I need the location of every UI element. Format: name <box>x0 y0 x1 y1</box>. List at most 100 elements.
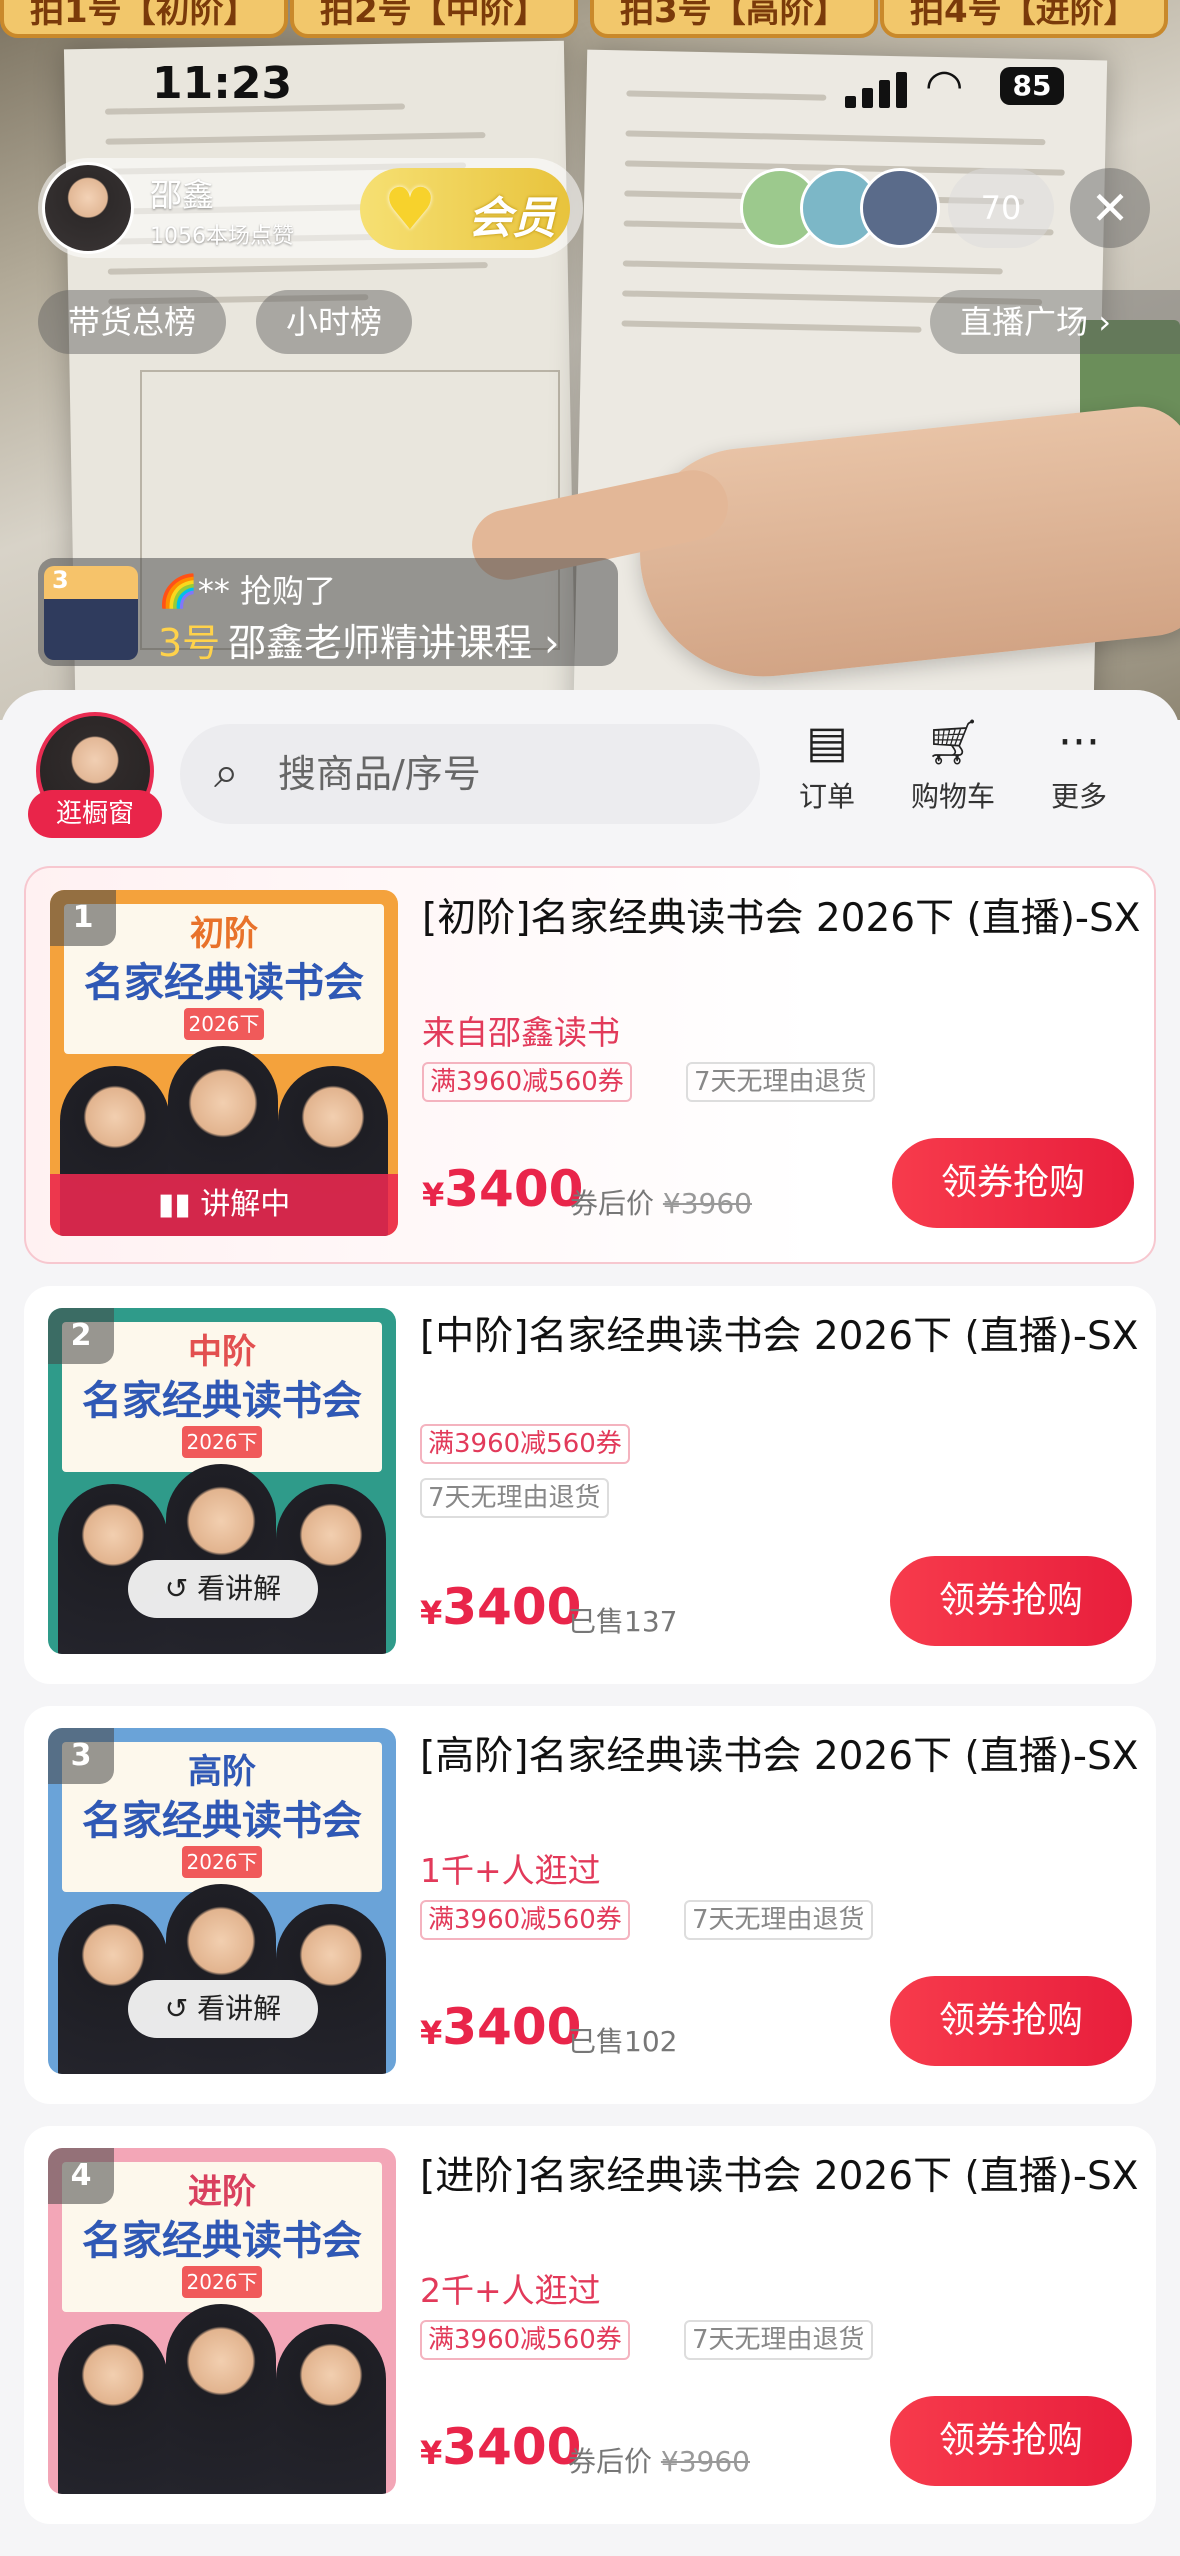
price-note: 券后价 ¥3960 <box>568 2440 750 2480</box>
orders-label: 订单 <box>798 780 855 813</box>
orders-button[interactable]: ▤ 订单 <box>772 715 882 815</box>
currency-symbol: ¥ <box>420 1594 443 1632</box>
sound-bars-icon: ▮▮ <box>157 1187 201 1222</box>
viewer-avatar[interactable] <box>860 168 940 248</box>
host-avatar[interactable] <box>42 162 134 254</box>
product-cover[interactable]: 初阶 名家经典读书会 2026下 1 ▮▮ 讲解中 <box>50 890 398 1236</box>
watch-explanation-label: 看讲解 <box>197 1992 282 2025</box>
status-time: 11:23 <box>152 58 293 109</box>
product-price: ¥3400 <box>420 1998 581 2056</box>
cart-button[interactable]: 🛒︎ 购物车 <box>898 715 1008 815</box>
cover-title: 名家经典读书会 <box>82 1797 362 1844</box>
promo-tabs: 拍1号【初阶】 拍2号【中阶】 拍3号【高阶】 拍4号【进阶】 <box>0 0 1180 40</box>
chevron-right-icon: › <box>1098 303 1111 341</box>
price-value: 3400 <box>442 2418 582 2476</box>
cover-year: 2026下 <box>182 1426 262 1458</box>
buy-button[interactable]: 领券抢购 <box>890 1976 1132 2066</box>
cover-year: 2026下 <box>182 2266 262 2298</box>
heart-plus-icon: ♥ <box>384 175 436 243</box>
currency-symbol: ¥ <box>422 1176 445 1214</box>
sold-count: 已售137 <box>568 1605 678 1638</box>
promo-tab: 拍4号【进阶】 <box>880 0 1168 38</box>
teacher-photo <box>166 1884 276 2074</box>
cover-year: 2026下 <box>182 1846 262 1878</box>
chevron-right-icon: › <box>532 621 560 665</box>
product-source: 来自邵鑫读书 <box>422 1013 620 1052</box>
currency-symbol: ¥ <box>420 2434 443 2472</box>
promo-tab: 拍1号【初阶】 <box>0 0 288 38</box>
shop-window-button[interactable]: 逛橱窗 <box>28 790 162 838</box>
product-card[interactable]: 高阶 名家经典读书会 2026下 3 ↺ 看讲解 [高阶]名家经典读书会 202… <box>24 1706 1156 2104</box>
buy-button[interactable]: 领券抢购 <box>892 1138 1134 1228</box>
viewer-count[interactable]: 70 <box>948 168 1054 248</box>
currency-symbol: ¥ <box>420 2014 443 2052</box>
watch-explanation-button[interactable]: ↺ 看讲解 <box>128 1980 318 2038</box>
product-price: ¥3400 <box>422 1160 583 1218</box>
product-cover[interactable]: 中阶 名家经典读书会 2026下 2 ↺ 看讲解 <box>48 1308 396 1654</box>
signal-icon <box>845 70 909 108</box>
teacher-photo <box>166 2304 276 2494</box>
product-title: [中阶]名家经典读书会 2026下 (直播)-SX <box>420 1314 1139 1359</box>
visit-count: 1千+人逛过 <box>420 1851 601 1890</box>
hourly-rank-button[interactable]: 小时榜 <box>256 290 413 354</box>
product-index: 2 <box>48 1308 114 1364</box>
cover-year: 2026下 <box>184 1008 264 1040</box>
wifi-icon: ◠ <box>925 60 964 111</box>
live-plaza-label: 直播广场 <box>960 303 1089 341</box>
cover-title: 名家经典读书会 <box>84 959 364 1006</box>
cart-label: 购物车 <box>910 780 995 813</box>
host-name: 邵鑫 <box>150 176 215 214</box>
watch-explanation-button[interactable]: ↺ 看讲解 <box>128 1560 318 1618</box>
sales-rank-button[interactable]: 带货总榜 <box>38 290 227 354</box>
cart-icon: 🛒︎ <box>925 717 981 768</box>
product-index: 4 <box>48 2148 114 2204</box>
product-price: ¥3400 <box>420 2418 581 2476</box>
toast-product-title: 邵鑫老师精讲课程 › <box>228 612 559 667</box>
product-card[interactable]: 中阶 名家经典读书会 2026下 2 ↺ 看讲解 [中阶]名家经典读书会 202… <box>24 1286 1156 1684</box>
price-value: 3400 <box>442 1998 582 2056</box>
price-value: 3400 <box>442 1578 582 1636</box>
watch-explanation-label: 看讲解 <box>197 1572 282 1605</box>
explaining-status: ▮▮ 讲解中 <box>50 1174 398 1236</box>
product-cover[interactable]: 进阶 名家经典读书会 2026下 4 <box>48 2148 396 2494</box>
coupon-tag: 满3960减560券 <box>422 1062 632 1102</box>
return-tag: 7天无理由退货 <box>684 2320 873 2360</box>
search-icon: ⌕ <box>214 747 239 798</box>
sold-count: 已售102 <box>568 2025 678 2058</box>
product-title: [进阶]名家经典读书会 2026下 (直播)-SX <box>420 2154 1139 2199</box>
battery-icon: 85 <box>1000 67 1064 105</box>
teacher-photo <box>58 2324 168 2494</box>
visit-count: 2千+人逛过 <box>420 2271 601 2310</box>
product-title: [高阶]名家经典读书会 2026下 (直播)-SX <box>420 1734 1139 1779</box>
buy-button[interactable]: 领券抢购 <box>890 2396 1132 2486</box>
more-icon: ··· <box>1058 717 1100 768</box>
product-price: ¥3400 <box>420 1578 581 1636</box>
return-tag: 7天无理由退货 <box>420 1478 609 1518</box>
live-plaza-button[interactable]: 直播广场 › <box>930 290 1180 354</box>
product-card[interactable]: 进阶 名家经典读书会 2026下 4 [进阶]名家经典读书会 2026下 (直播… <box>24 2126 1156 2524</box>
toast-thumb-number: 3 <box>52 566 69 594</box>
product-cover[interactable]: 高阶 名家经典读书会 2026下 3 ↺ 看讲解 <box>48 1728 396 2074</box>
price-value: 3400 <box>444 1160 584 1218</box>
product-title: [初阶]名家经典读书会 2026下 (直播)-SX <box>422 896 1141 941</box>
promo-tab: 拍3号【高阶】 <box>590 0 878 38</box>
product-card[interactable]: 初阶 名家经典读书会 2026下 1 ▮▮ 讲解中 [初阶]名家经典读书会 20… <box>24 866 1156 1264</box>
price-note-label: 券后价 <box>568 2445 653 2478</box>
cover-title: 名家经典读书会 <box>82 2217 362 2264</box>
teacher-photo <box>276 2324 386 2494</box>
coupon-tag: 满3960减560券 <box>420 1424 630 1464</box>
replay-icon: ↺ <box>164 1992 198 2025</box>
search-placeholder: 搜商品/序号 <box>278 752 481 796</box>
cover-title: 名家经典读书会 <box>82 1377 362 1424</box>
original-price: ¥3960 <box>660 2445 750 2478</box>
more-label: 更多 <box>1050 780 1107 813</box>
buy-button[interactable]: 领券抢购 <box>890 1556 1132 1646</box>
toast-product-index: 3号 <box>158 621 221 665</box>
close-button[interactable]: ✕ <box>1070 168 1150 248</box>
more-button[interactable]: ··· 更多 <box>1024 715 1134 815</box>
replay-icon: ↺ <box>164 1572 198 1605</box>
coupon-tag: 满3960减560券 <box>420 2320 630 2360</box>
teacher-photo <box>166 1464 276 1654</box>
clipboard-icon: ▤ <box>806 717 848 768</box>
original-price: ¥3960 <box>662 1187 752 1220</box>
